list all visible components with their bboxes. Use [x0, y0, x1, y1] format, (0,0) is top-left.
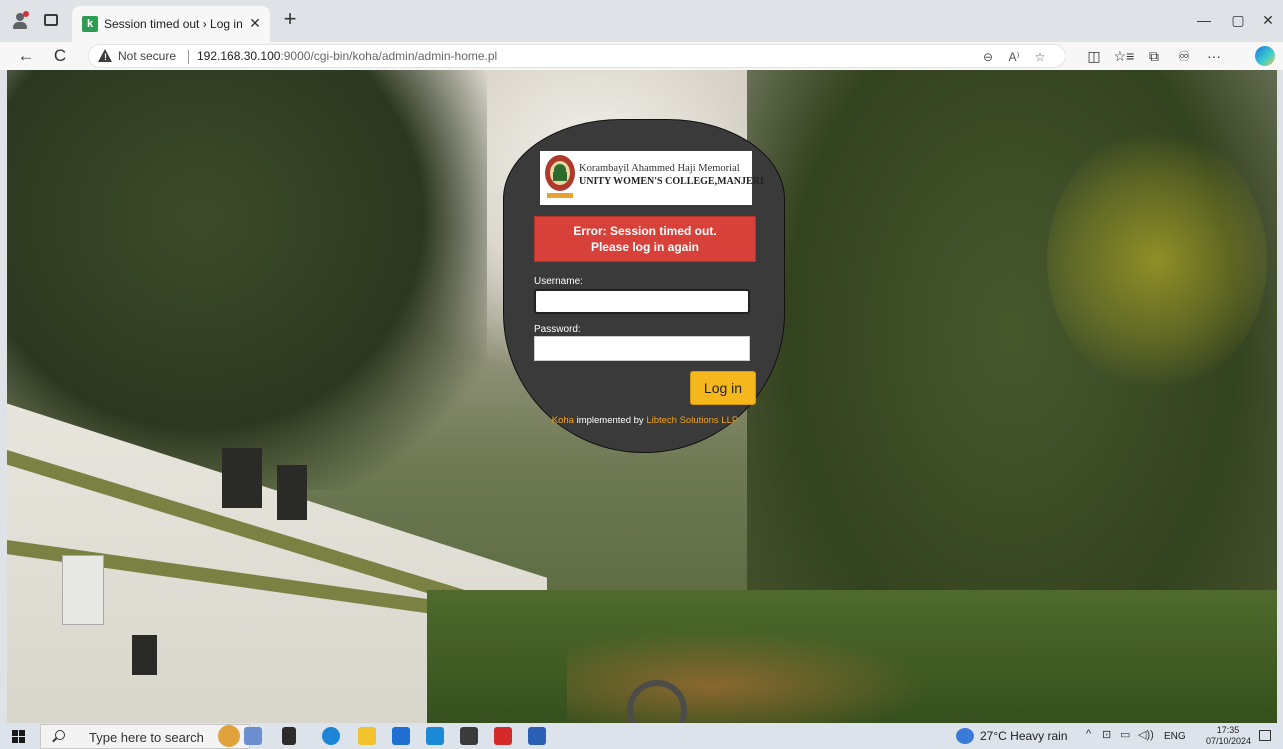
- footer-text: implemented by: [573, 415, 647, 426]
- word-icon[interactable]: [528, 727, 546, 745]
- tab-title: Session timed out › Log in to Koh: [104, 17, 242, 31]
- libtech-link[interactable]: Libtech Solutions LLP: [646, 415, 738, 426]
- network-icon[interactable]: ⊡: [1102, 728, 1111, 741]
- search-icon: [55, 730, 65, 740]
- file-explorer-icon[interactable]: [358, 727, 376, 745]
- college-name-line1: Korambayil Ahammed Haji Memorial: [579, 163, 740, 174]
- browser-title-bar: k Session timed out › Log in to Koh ✕ + …: [0, 0, 1283, 42]
- username-field[interactable]: [534, 289, 750, 314]
- background-flowers: [567, 630, 927, 723]
- error-title: Error: Session timed out.: [573, 224, 717, 238]
- new-tab-button[interactable]: +: [278, 8, 302, 32]
- browser-navigation-bar: ← C ! Not secure 192.168.30.100:9000/cgi…: [0, 42, 1283, 70]
- show-hidden-icons-icon[interactable]: ^: [1086, 728, 1091, 740]
- background-window: [222, 448, 262, 508]
- task-view-icon[interactable]: [282, 727, 296, 745]
- session-error-alert: Error: Session timed out. Please log in …: [534, 216, 756, 262]
- language-indicator[interactable]: ENG: [1164, 731, 1186, 742]
- college-seal-icon: [545, 155, 575, 199]
- back-button[interactable]: ←: [14, 44, 38, 68]
- tab-koha-login[interactable]: k Session timed out › Log in to Koh ✕: [72, 6, 270, 42]
- background-yellow-blossoms: [1047, 130, 1267, 390]
- extensions-icon[interactable]: ♾: [1172, 44, 1196, 68]
- clock-date: 07/10/2024: [1206, 736, 1252, 746]
- address-separator: [188, 50, 189, 64]
- reader-icon[interactable]: [460, 727, 478, 745]
- split-screen-icon[interactable]: ◫: [1082, 44, 1106, 68]
- not-secure-warning-icon[interactable]: !: [98, 49, 112, 62]
- search-placeholder: Type here to search: [89, 730, 204, 745]
- error-message: Please log in again: [590, 240, 700, 254]
- profile-icon[interactable]: [10, 11, 30, 31]
- koha-login-page: Korambayil Ahammed Haji Memorial UNITY W…: [7, 70, 1277, 723]
- tab-actions-icon[interactable]: [44, 14, 58, 26]
- college-logo-banner: Korambayil Ahammed Haji Memorial UNITY W…: [540, 151, 764, 205]
- username-label: Username:: [534, 276, 583, 287]
- copilot-icon[interactable]: [1255, 46, 1275, 66]
- favorites-icon[interactable]: ☆≡: [1112, 44, 1136, 68]
- login-panel: Korambayil Ahammed Haji Memorial UNITY W…: [503, 119, 785, 453]
- address-bar[interactable]: ! Not secure 192.168.30.100:9000/cgi-bin…: [88, 44, 1066, 68]
- windows-start-icon[interactable]: [12, 730, 26, 744]
- background-window: [277, 465, 307, 520]
- weather-text[interactable]: 27°C Heavy rain: [980, 729, 1068, 743]
- login-footer: Koha implemented by Libtech Solutions LL…: [504, 415, 786, 426]
- weather-icon[interactable]: [956, 728, 974, 744]
- read-aloud-icon[interactable]: A⁾: [1005, 48, 1023, 66]
- notification-center-icon[interactable]: [1259, 730, 1271, 741]
- close-window-button[interactable]: ✕: [1258, 10, 1278, 30]
- log-in-button[interactable]: Log in: [690, 371, 756, 405]
- password-label: Password:: [534, 324, 581, 335]
- koha-link[interactable]: Koha: [552, 415, 574, 426]
- restore-button[interactable]: ▢: [1228, 10, 1248, 30]
- koha-favicon-icon: k: [82, 16, 98, 32]
- store-icon[interactable]: [392, 727, 410, 745]
- refresh-button[interactable]: C: [48, 44, 72, 68]
- windows-taskbar: Type here to search 27°C Heavy rain ^ ⊡ …: [0, 724, 1283, 749]
- collections-icon[interactable]: ⧉: [1142, 44, 1166, 68]
- security-label[interactable]: Not secure: [118, 49, 176, 63]
- url-text[interactable]: 192.168.30.100:9000/cgi-bin/koha/admin/a…: [197, 49, 497, 63]
- password-field[interactable]: [534, 336, 750, 361]
- background-signboard: [62, 555, 104, 625]
- notepad-icon[interactable]: [244, 727, 262, 745]
- search-highlight-icon[interactable]: [218, 725, 240, 747]
- edge-icon[interactable]: [322, 727, 340, 745]
- tab-close-icon[interactable]: ✕: [246, 14, 264, 32]
- battery-icon[interactable]: ▭: [1120, 728, 1130, 741]
- zoom-icon[interactable]: ⊖: [979, 48, 997, 66]
- minimize-button[interactable]: —: [1194, 10, 1214, 30]
- more-options-icon[interactable]: ···: [1202, 44, 1226, 68]
- college-name-line2: UNITY WOMEN'S COLLEGE,MANJERI: [579, 176, 764, 187]
- clock-time: 17:35: [1216, 725, 1240, 735]
- background-window: [132, 635, 157, 675]
- mail-icon[interactable]: [426, 727, 444, 745]
- acrobat-icon[interactable]: [494, 727, 512, 745]
- volume-icon[interactable]: ◁)): [1138, 728, 1154, 741]
- clock[interactable]: 17:35 07/10/2024: [1206, 725, 1252, 747]
- add-favorite-icon[interactable]: ☆: [1031, 48, 1049, 66]
